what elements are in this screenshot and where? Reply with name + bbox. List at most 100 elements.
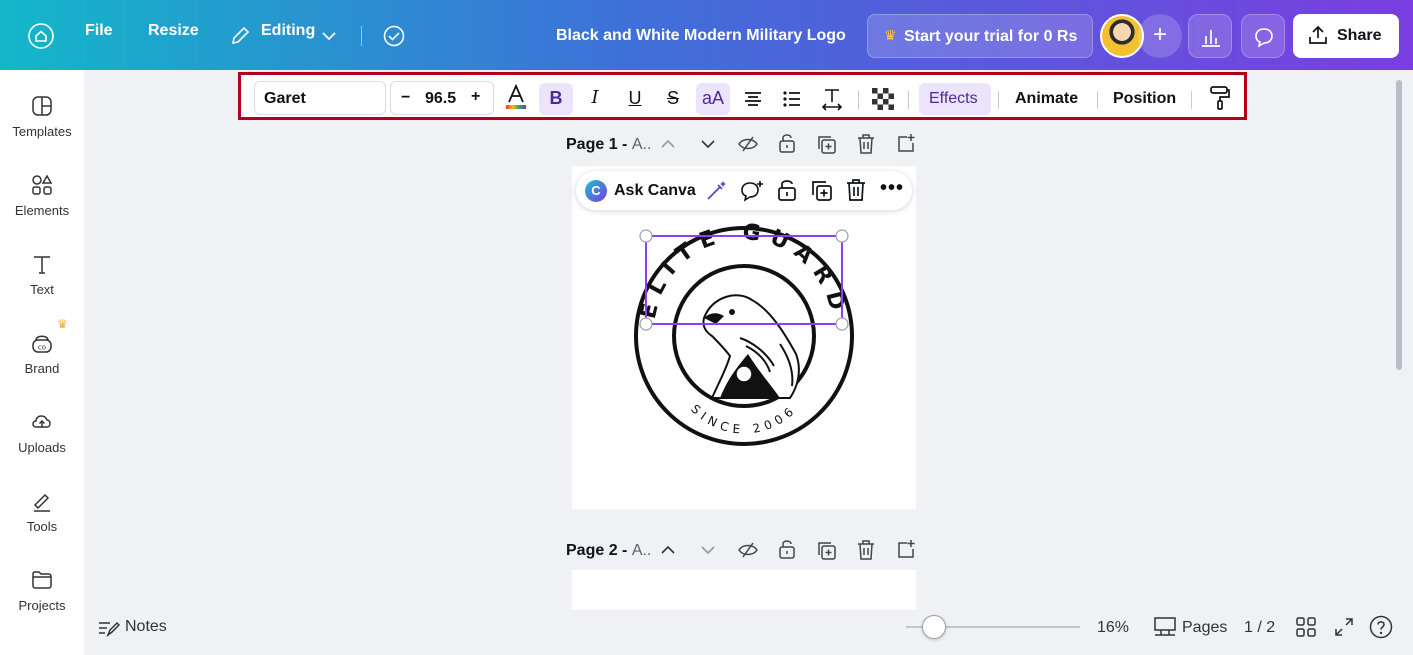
header-divider [361, 26, 362, 46]
list-button[interactable] [778, 83, 806, 115]
delete-page-icon[interactable] [857, 540, 875, 560]
align-button[interactable] [739, 83, 767, 115]
resize-handle[interactable] [835, 317, 849, 331]
page-subtitle[interactable]: A.. [632, 136, 652, 153]
effects-label: Effects [929, 90, 978, 107]
bar-chart-icon [1202, 30, 1220, 47]
page-counter: 1 / 2 [1244, 619, 1276, 636]
share-button[interactable]: Share [1293, 14, 1399, 58]
lock-icon[interactable] [777, 179, 797, 201]
magic-wand-icon[interactable] [705, 180, 727, 202]
share-label: Share [1337, 27, 1382, 44]
strikethrough-button[interactable]: S [659, 83, 687, 115]
add-page-icon[interactable] [896, 539, 916, 559]
more-options-icon[interactable]: ••• [880, 177, 904, 200]
sidebar-item-templates[interactable]: Templates [0, 94, 84, 139]
chevron-up-icon[interactable] [660, 139, 676, 149]
effects-button[interactable]: Effects [919, 83, 991, 115]
help-icon[interactable] [1369, 615, 1393, 639]
vertical-scrollbar[interactable] [1396, 80, 1402, 370]
hide-page-icon[interactable] [737, 135, 759, 153]
lock-icon[interactable] [778, 539, 796, 559]
lock-icon[interactable] [778, 133, 796, 153]
page-2-canvas[interactable] [572, 570, 916, 610]
sidebar-item-label: Uploads [18, 440, 66, 455]
increase-font-size-button[interactable]: + [471, 88, 480, 106]
resize-handle[interactable] [835, 229, 849, 243]
toolbar-divider [1191, 91, 1192, 109]
canva-logo-icon: C [585, 180, 607, 202]
decrease-font-size-button[interactable]: − [401, 89, 410, 107]
paint-roller-icon [1210, 86, 1230, 110]
sidebar-item-projects[interactable]: Projects [0, 568, 84, 613]
sidebar-item-brand[interactable]: co Brand [0, 331, 84, 376]
duplicate-page-icon[interactable] [817, 541, 837, 561]
transparency-button[interactable] [869, 83, 897, 115]
page-title: Page 1 - [566, 136, 632, 153]
document-title[interactable]: Black and White Modern Military Logo [556, 27, 846, 45]
ask-canva-bar: C Ask Canva ••• [576, 171, 912, 210]
copy-style-button[interactable] [1206, 83, 1234, 115]
add-comment-icon[interactable] [740, 180, 764, 202]
fullscreen-icon[interactable] [1334, 617, 1354, 637]
font-size-input[interactable]: 96.5 [425, 90, 456, 108]
pages-icon[interactable] [1153, 616, 1177, 638]
editing-mode-button[interactable]: Editing [261, 22, 315, 40]
insights-button[interactable] [1188, 14, 1232, 58]
text-color-button[interactable] [503, 83, 529, 115]
zoom-slider-handle[interactable] [922, 615, 946, 639]
logo-artwork[interactable]: ELITE GUARD SINCE 2006 [620, 220, 870, 460]
trash-icon[interactable] [846, 179, 866, 201]
italic-button[interactable]: I [581, 83, 609, 115]
uploads-icon [32, 415, 51, 428]
chevron-up-icon[interactable] [660, 545, 676, 555]
page-subtitle[interactable]: A.. [632, 542, 652, 559]
bold-button[interactable]: B [539, 83, 573, 115]
sidebar-item-elements[interactable]: Elements [0, 173, 84, 218]
font-family-select[interactable]: Garet [254, 81, 386, 115]
rotate-handle-icon[interactable] [735, 365, 753, 383]
animate-button[interactable]: Animate [1015, 90, 1078, 108]
duplicate-page-icon[interactable] [817, 135, 837, 155]
align-center-icon [745, 92, 761, 106]
sidebar-item-text[interactable]: Text [0, 252, 84, 297]
position-button[interactable]: Position [1113, 90, 1176, 108]
sidebar-item-label: Tools [26, 519, 58, 534]
grid-view-icon[interactable] [1296, 617, 1316, 637]
letter-case-button[interactable]: aA [696, 83, 730, 115]
templates-icon [32, 96, 52, 116]
delete-page-icon[interactable] [857, 134, 875, 154]
invite-plus-button[interactable]: + [1138, 14, 1182, 58]
sidebar-item-tools[interactable]: Tools [0, 489, 84, 534]
page-1-header[interactable]: Page 1 - A.. [566, 136, 651, 154]
sidebar-item-label: Text [30, 282, 54, 297]
page-title: Page 2 - [566, 542, 632, 559]
add-page-icon[interactable] [896, 133, 916, 153]
duplicate-icon[interactable] [811, 180, 833, 202]
pages-button[interactable]: Pages [1182, 619, 1227, 637]
chevron-down-icon[interactable] [322, 31, 336, 41]
text-icon [34, 256, 50, 274]
elements-icon [32, 174, 53, 195]
underline-button[interactable]: U [621, 83, 649, 115]
chevron-down-icon[interactable] [700, 139, 716, 149]
ask-canva-button[interactable]: Ask Canva [614, 182, 696, 200]
page-2-header[interactable]: Page 2 - A.. [566, 542, 651, 560]
notes-label: Notes [125, 618, 167, 635]
crown-icon: ♛ [884, 27, 897, 43]
transparency-icon [872, 88, 894, 110]
cloud-saved-icon[interactable] [382, 25, 406, 47]
sidebar-item-uploads[interactable]: Uploads [0, 410, 84, 455]
comments-button[interactable] [1241, 14, 1285, 58]
resize-handle[interactable] [639, 229, 653, 243]
home-icon[interactable] [28, 23, 54, 49]
zoom-level[interactable]: 16% [1097, 619, 1129, 637]
resize-handle[interactable] [639, 317, 653, 331]
sidebar-item-label: Elements [14, 203, 70, 218]
file-menu[interactable]: File [85, 22, 113, 40]
spacing-button[interactable] [818, 83, 846, 115]
resize-button[interactable]: Resize [148, 22, 199, 40]
hide-page-icon[interactable] [737, 541, 759, 559]
start-trial-button[interactable]: ♛ Start your trial for 0 Rs [867, 14, 1093, 58]
chevron-down-icon[interactable] [700, 545, 716, 555]
